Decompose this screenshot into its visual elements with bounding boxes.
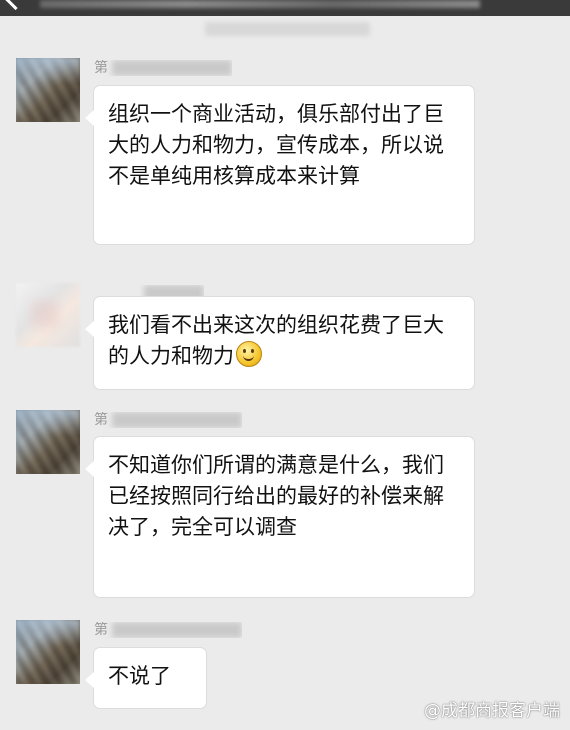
back-arrow-icon[interactable]	[4, 0, 27, 11]
avatar[interactable]	[16, 410, 80, 474]
avatar[interactable]	[16, 58, 80, 122]
sender-name: 第	[94, 60, 232, 76]
message-bubble[interactable]: 不知道你们所谓的满意是什么，我们已经按照同行给出的最好的补偿来解决了，完全可以调…	[85, 437, 474, 597]
message-bubble[interactable]: 不说了	[85, 648, 206, 708]
sender-name: 第	[94, 622, 242, 638]
chat-title-blurred	[40, 0, 480, 8]
timestamp-blurred	[205, 22, 370, 36]
message-text: 我们看不出来这次的组织花费了巨大的人力和物力	[108, 313, 444, 368]
avatar[interactable]	[16, 620, 80, 684]
message-text: 不说了	[108, 664, 171, 688]
message-bubble[interactable]: 组织一个商业活动，俱乐部付出了巨大的人力和物力，宣传成本，所以说不是单纯用核算成…	[85, 86, 474, 244]
sender-name: 第	[94, 412, 242, 428]
watermark: @成都商报客户端	[424, 701, 560, 721]
message-text: 不知道你们所谓的满意是什么，我们已经按照同行给出的最好的补偿来解决了，完全可以调…	[108, 453, 444, 539]
message-bubble[interactable]: 我们看不出来这次的组织花费了巨大的人力和物力	[85, 297, 474, 389]
smile-icon	[236, 341, 262, 367]
avatar[interactable]	[16, 283, 80, 347]
chat-header	[0, 0, 570, 16]
message-text: 组织一个商业活动，俱乐部付出了巨大的人力和物力，宣传成本，所以说不是单纯用核算成…	[108, 102, 444, 188]
